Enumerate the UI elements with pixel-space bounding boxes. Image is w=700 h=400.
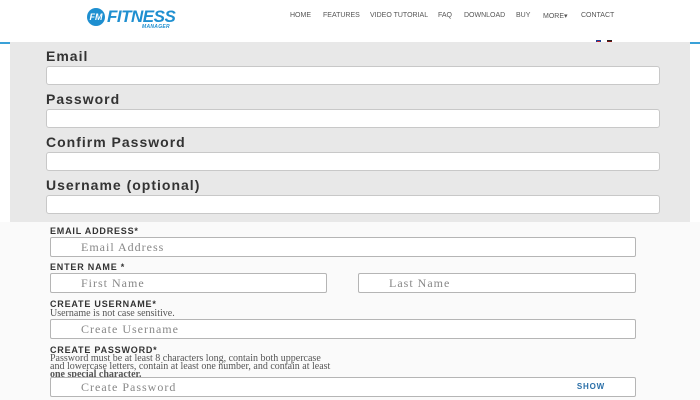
email-address-input[interactable]: Email Address [50,237,636,257]
email-address-label: EMAIL ADDRESS* [50,226,139,236]
site-header: FM FITNESS MANAGER HOME FEATURES VIDEO T… [0,0,700,44]
username-field[interactable] [46,195,660,214]
last-name-input[interactable]: Last Name [358,273,636,293]
username-label: Username (optional) [46,177,201,193]
password-label: Password [46,91,121,107]
nav-faq[interactable]: FAQ [438,12,452,19]
enter-name-label: ENTER NAME * [50,262,126,272]
username-hint: Username is not case sensitive. [50,308,175,319]
create-password-placeholder: Create Password [81,380,177,394]
create-password-input[interactable]: Create Password SHOW [50,377,636,397]
logo-subtitle: MANAGER [142,24,170,30]
fitness-manager-logo[interactable]: FM FITNESS MANAGER [87,7,177,35]
nav-features[interactable]: FEATURES [323,12,360,19]
signup-form: EMAIL ADDRESS* Email Address ENTER NAME … [0,222,700,400]
logo-badge: FM [87,8,105,26]
create-username-input[interactable]: Create Username [50,319,636,339]
account-form: Email Password Confirm Password Username… [10,42,690,222]
nav-more-dropdown[interactable]: MORE▾ [543,12,568,20]
show-password-button[interactable]: SHOW [577,382,605,391]
email-label: Email [46,48,89,64]
confirm-password-label: Confirm Password [46,134,186,150]
email-address-placeholder: Email Address [81,240,165,254]
nav-download[interactable]: DOWNLOAD [464,12,505,19]
email-field[interactable] [46,66,660,85]
password-field[interactable] [46,109,660,128]
first-name-placeholder: First Name [81,276,145,290]
create-username-placeholder: Create Username [81,322,179,336]
last-name-placeholder: Last Name [389,276,451,290]
first-name-input[interactable]: First Name [50,273,327,293]
nav-buy[interactable]: BUY [516,12,530,19]
nav-contact[interactable]: CONTACT [581,12,614,19]
nav-video-tutorial[interactable]: VIDEO TUTORIAL [370,12,428,19]
nav-home[interactable]: HOME [290,12,311,19]
confirm-password-field[interactable] [46,152,660,171]
